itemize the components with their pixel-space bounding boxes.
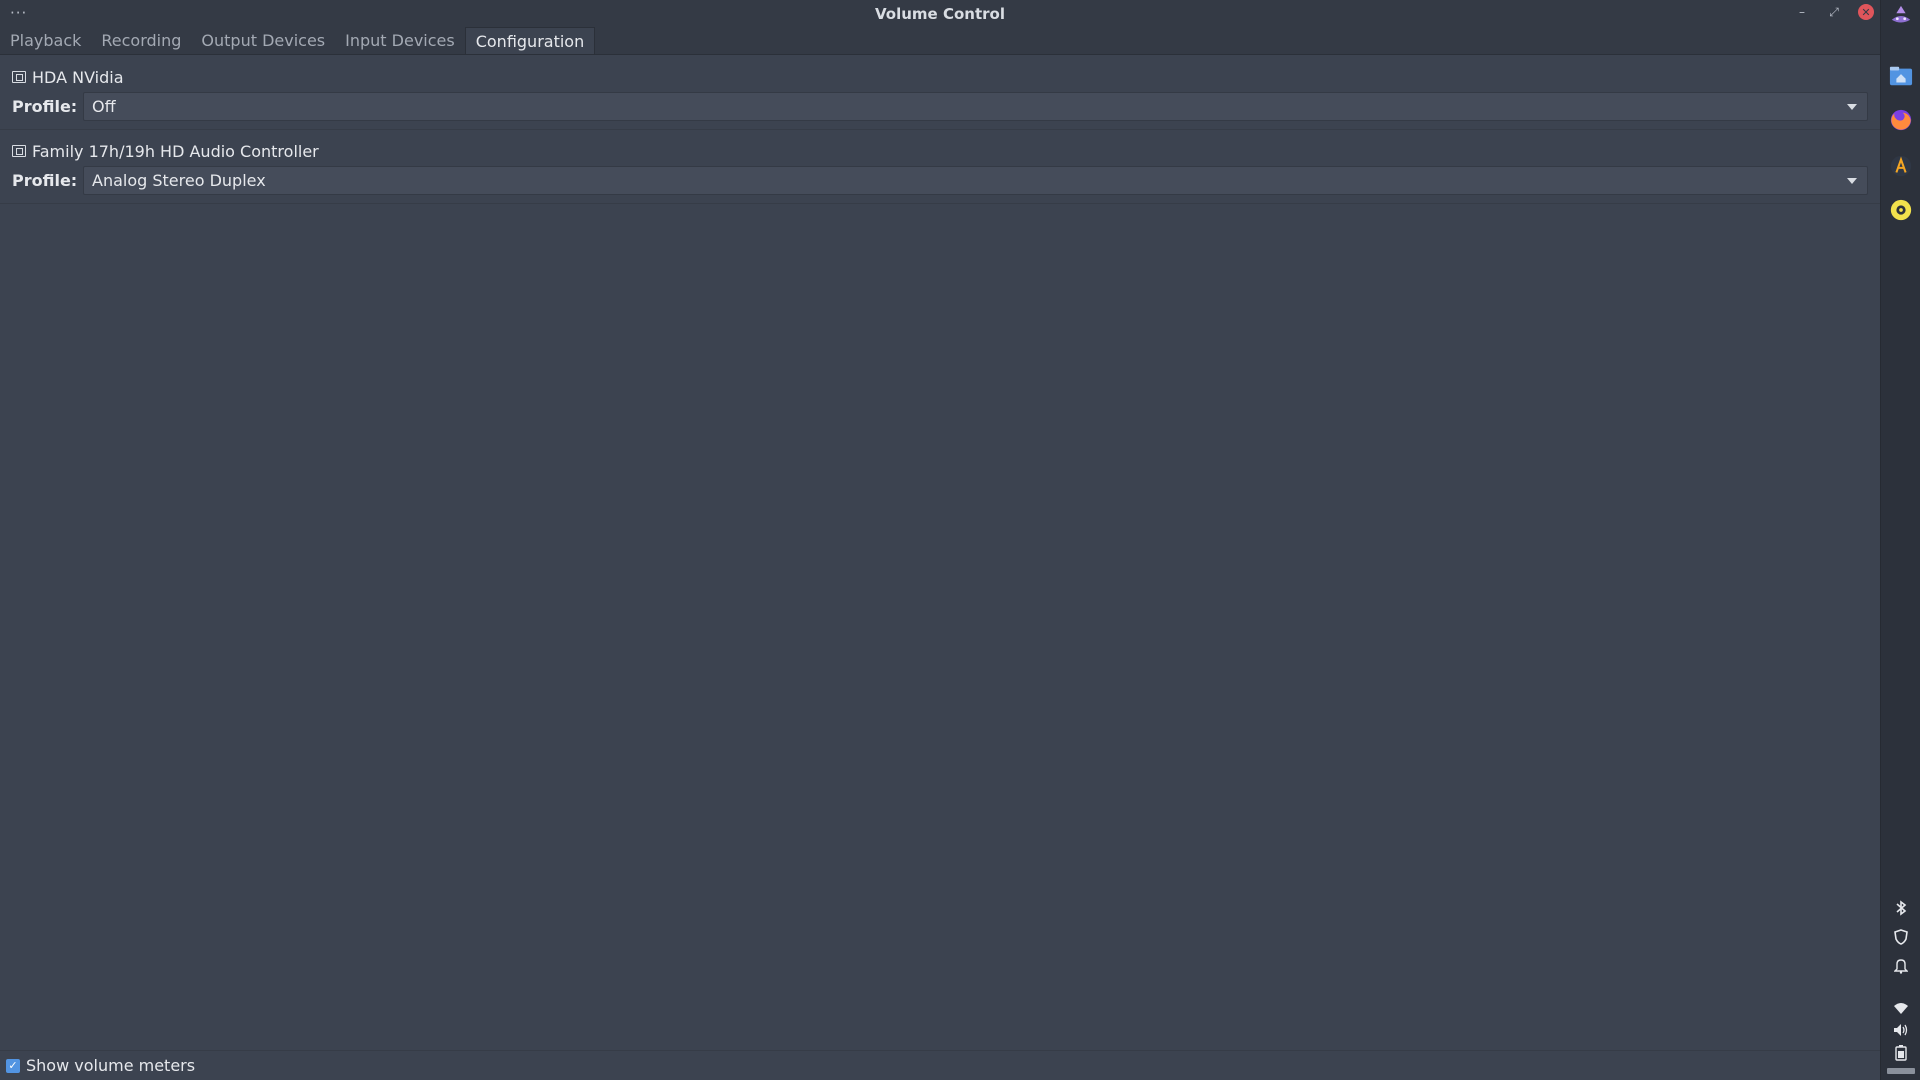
profile-selected-value: Analog Stereo Duplex [92,171,266,190]
bluetooth-icon[interactable] [1893,900,1909,916]
chevron-down-icon [1847,178,1857,184]
side-panel [1880,0,1920,1080]
sound-card-icon [12,145,26,157]
profile-label: Profile: [12,97,78,116]
tab-input-devices[interactable]: Input Devices [335,27,465,54]
shield-icon[interactable] [1893,929,1909,945]
restore-button[interactable]: ⤢ [1826,4,1842,20]
card-name: HDA NVidia [32,67,124,87]
profile-label: Profile: [12,171,78,190]
profile-row: Profile: Analog Stereo Duplex [12,166,1868,195]
footer: ✓ Show volume meters [0,1050,1880,1080]
window-title: Volume Control [875,5,1005,23]
profile-dropdown[interactable]: Off [83,92,1868,121]
card-name: Family 17h/19h HD Audio Controller [32,141,319,161]
configuration-panel: HDA NVidia Profile: Off Family 17h/19h H… [0,56,1880,204]
window-menu-icon[interactable]: ··· [10,4,27,22]
profile-row: Profile: Off [12,92,1868,121]
profile-dropdown[interactable]: Analog Stereo Duplex [83,166,1868,195]
minimize-button[interactable]: – [1794,4,1810,20]
tab-playback[interactable]: Playback [0,27,91,54]
card-header: HDA NVidia [12,66,1868,88]
profile-selected-value: Off [92,97,116,116]
card-header: Family 17h/19h HD Audio Controller [12,140,1868,162]
titlebar[interactable]: ··· Volume Control – ⤢ ✕ [0,0,1880,28]
menu-icon[interactable] [1889,4,1913,28]
tab-configuration[interactable]: Configuration [464,27,596,54]
tab-recording[interactable]: Recording [91,27,191,54]
music-player-icon[interactable] [1889,198,1913,222]
battery-icon[interactable] [1893,1045,1909,1061]
card-hda-nvidia: HDA NVidia Profile: Off [0,56,1880,130]
dock-bottom-bar [1887,1068,1915,1074]
sound-card-icon [12,71,26,83]
tab-bar: Playback Recording Output Devices Input … [0,27,1880,55]
card-family-hd-audio: Family 17h/19h HD Audio Controller Profi… [0,130,1880,204]
tab-output-devices[interactable]: Output Devices [191,27,335,54]
close-button[interactable]: ✕ [1858,4,1874,20]
show-volume-meters-label[interactable]: Show volume meters [26,1056,195,1075]
firefox-icon[interactable] [1889,108,1913,132]
text-editor-icon[interactable] [1889,154,1913,178]
show-volume-meters-checkbox[interactable]: ✓ [6,1058,20,1073]
volume-icon[interactable] [1893,1022,1909,1038]
volume-control-window: ··· Volume Control – ⤢ ✕ Playback Record… [0,0,1880,1080]
notification-icon[interactable] [1893,958,1909,974]
window-controls: – ⤢ ✕ [1794,4,1874,20]
chevron-down-icon [1847,104,1857,110]
wifi-icon[interactable] [1893,1000,1909,1016]
home-folder-icon[interactable] [1889,64,1913,88]
